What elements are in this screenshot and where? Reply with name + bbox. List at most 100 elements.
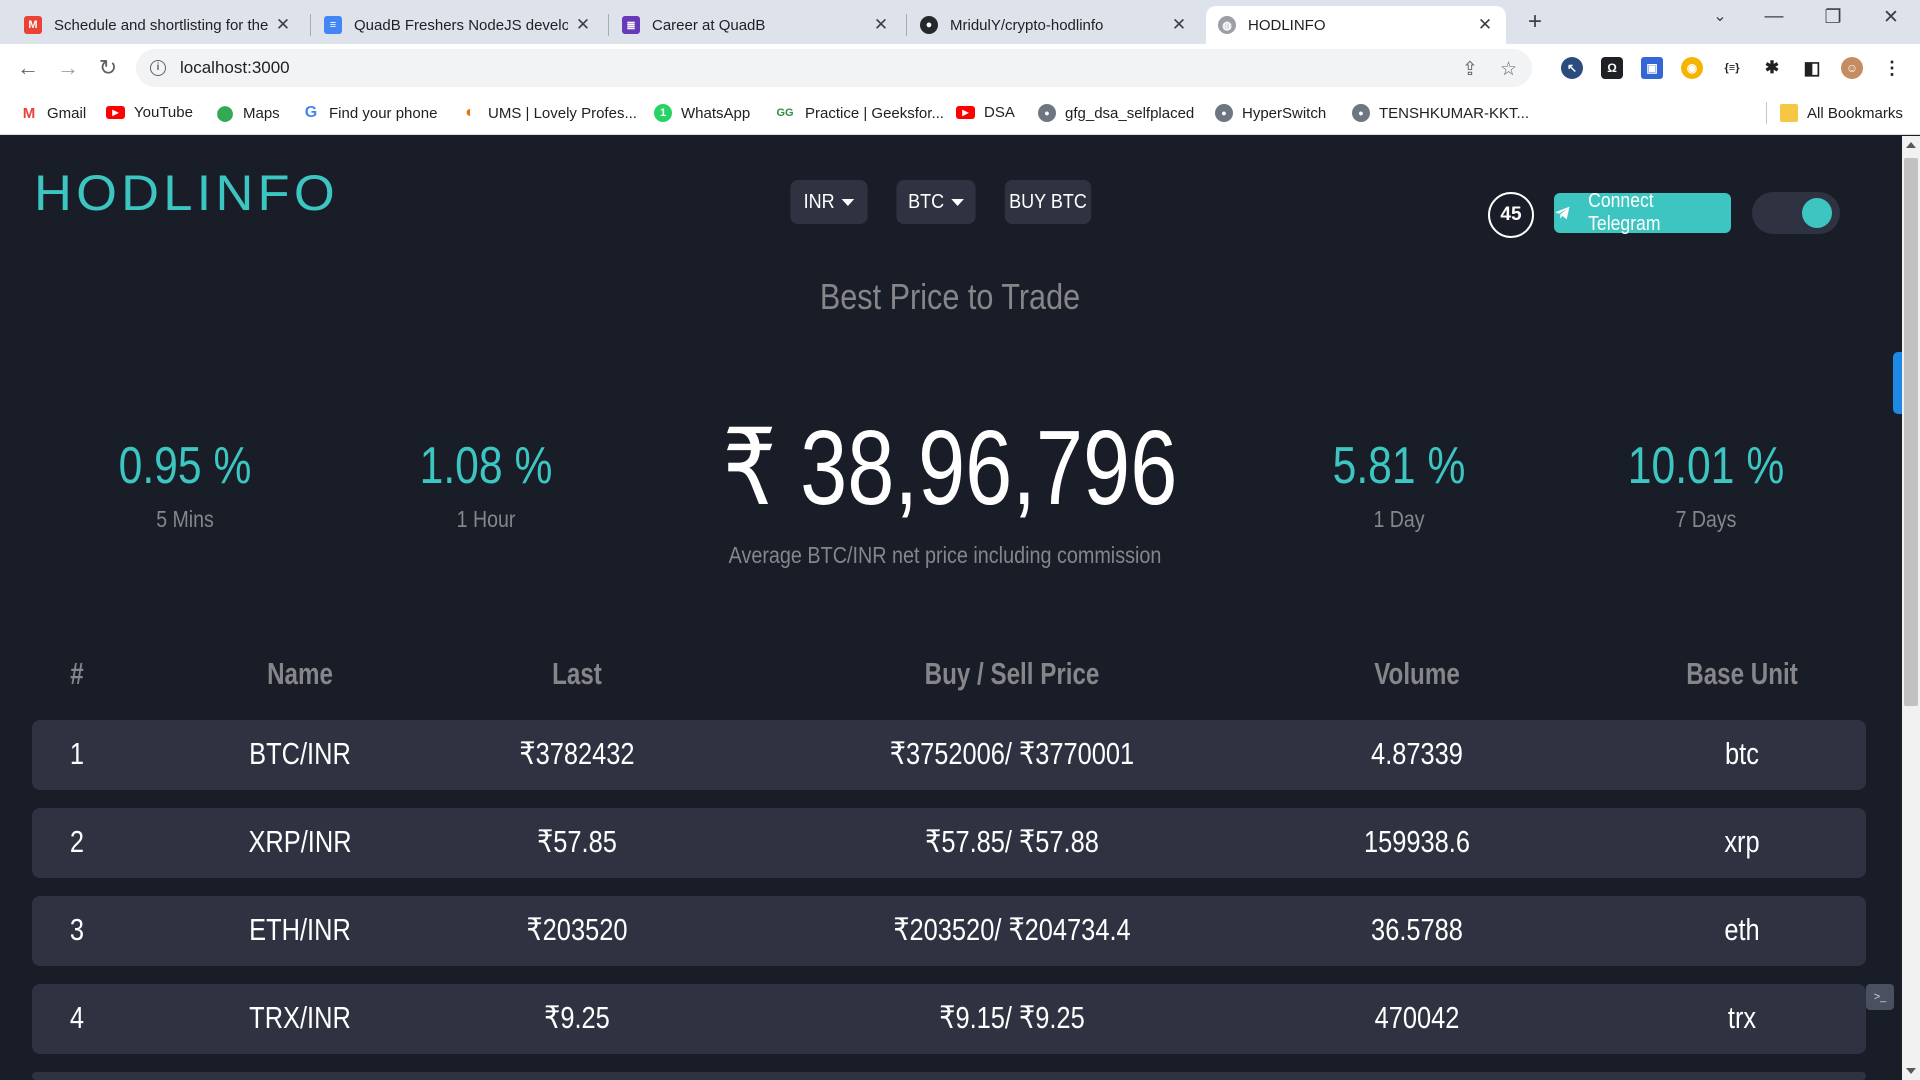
stat-value: 5.81 % bbox=[1332, 437, 1466, 495]
all-bookmarks[interactable]: All Bookmarks bbox=[1780, 104, 1903, 122]
close-icon[interactable]: ✕ bbox=[1170, 15, 1188, 35]
scroll-down-icon[interactable] bbox=[1906, 1068, 1916, 1074]
close-icon[interactable]: ✕ bbox=[274, 15, 292, 35]
extension-omega-icon[interactable]: Ω bbox=[1601, 57, 1623, 79]
extensions-puzzle-icon[interactable]: ✱ bbox=[1761, 57, 1783, 79]
gmail-icon: M bbox=[22, 104, 36, 122]
column-header: # bbox=[70, 656, 84, 691]
geeksforgeeks-icon: GG bbox=[776, 107, 794, 119]
bookmark-youtube[interactable]: ▶ YouTube bbox=[106, 104, 193, 121]
share-icon[interactable]: ⇪ bbox=[1462, 58, 1478, 81]
close-icon[interactable]: ✕ bbox=[1476, 15, 1494, 35]
bookmark-ums[interactable]: ◐ UMS | Lovely Profes... bbox=[461, 104, 637, 122]
bookmark-find-your-phone[interactable]: G Find your phone bbox=[302, 104, 438, 122]
reload-icon[interactable]: ↻ bbox=[94, 55, 122, 81]
browser-tab-github[interactable]: ● MridulY/crypto-hodlinfo ✕ bbox=[908, 6, 1200, 44]
table-row: 3 ETH/INR ₹203520 ₹203520/ ₹204734.4 36.… bbox=[32, 896, 1866, 966]
close-icon[interactable]: ✕ bbox=[574, 15, 592, 35]
page-scrollbar[interactable] bbox=[1902, 136, 1920, 1080]
scrollbar-thumb[interactable] bbox=[1904, 158, 1918, 706]
bookmark-label: UMS | Lovely Profes... bbox=[488, 104, 637, 122]
forms-icon: ≣ bbox=[622, 16, 640, 34]
table-row: 2 XRP/INR ₹57.85 ₹57.85/ ₹57.88 159938.6… bbox=[32, 808, 1866, 878]
bookmark-label: Gmail bbox=[47, 104, 87, 122]
table-row: 4 TRX/INR ₹9.25 ₹9.15/ ₹9.25 470042 trx bbox=[32, 984, 1866, 1054]
new-tab-icon[interactable]: + bbox=[1520, 8, 1550, 36]
youtube-icon: ▶ bbox=[106, 106, 125, 119]
stat-value: 1.08 % bbox=[419, 437, 553, 495]
address-bar[interactable]: i localhost:3000 ⇪ ☆ bbox=[136, 49, 1532, 87]
gmail-icon: M bbox=[24, 16, 42, 34]
browser-tab-strip: M Schedule and shortlisting for the ✕ ≡ … bbox=[0, 0, 1920, 44]
bookmark-tenshkumar[interactable]: ● TENSHKUMAR-KKT... bbox=[1352, 104, 1529, 122]
extension-json-icon[interactable]: {≡} bbox=[1721, 57, 1743, 79]
telegram-label: Connect Telegram bbox=[1588, 190, 1661, 235]
forward-icon[interactable]: → bbox=[54, 55, 82, 81]
cell-rank: 1 bbox=[69, 736, 85, 771]
profile-avatar[interactable]: ☺ bbox=[1841, 57, 1863, 79]
bookmark-gfg-dsa[interactable]: ● gfg_dsa_selfplaced bbox=[1038, 104, 1194, 122]
bookmark-gmail[interactable]: M Gmail bbox=[20, 104, 86, 122]
caret-down-icon bbox=[841, 198, 855, 206]
url-text[interactable]: localhost:3000 bbox=[180, 58, 290, 78]
bookmark-label: DSA bbox=[984, 104, 1015, 121]
theme-toggle[interactable] bbox=[1752, 192, 1840, 234]
browser-tab-gmail[interactable]: M Schedule and shortlisting for the ✕ bbox=[12, 6, 304, 44]
currency-label: INR bbox=[803, 190, 835, 213]
refresh-timer: 45 bbox=[1488, 192, 1534, 238]
coin-label: BTC bbox=[908, 190, 945, 213]
cell-buy-sell: ₹203520/ ₹204734.4 bbox=[893, 912, 1131, 947]
browser-tab-forms[interactable]: ≣ Career at QuadB ✕ bbox=[610, 6, 902, 44]
menu-kebab-icon[interactable]: ⋮ bbox=[1881, 57, 1903, 79]
chat-widget-icon[interactable]: >_ bbox=[1866, 984, 1894, 1010]
extension-screen-icon[interactable]: ▣ bbox=[1641, 57, 1663, 79]
bookmark-star-icon[interactable]: ☆ bbox=[1500, 58, 1517, 81]
cell-rank: 3 bbox=[69, 912, 85, 947]
currency-dropdown[interactable]: INR bbox=[790, 180, 868, 224]
tab-title: HODLINFO bbox=[1248, 16, 1326, 34]
ums-icon: ◐ bbox=[465, 104, 475, 121]
cell-volume: 36.5788 bbox=[1371, 912, 1463, 947]
bookmark-label: Find your phone bbox=[329, 104, 438, 122]
logo[interactable]: HODLINFO bbox=[34, 164, 339, 222]
side-panel-icon[interactable]: ◧ bbox=[1801, 57, 1823, 79]
bookmark-maps[interactable]: ⬤ Maps bbox=[216, 104, 280, 123]
coin-dropdown[interactable]: BTC bbox=[896, 180, 976, 224]
tab-search-icon[interactable]: ⌄ bbox=[1700, 6, 1740, 26]
bookmarks-bar: M Gmail ▶ YouTube ⬤ Maps G Find your phone ◐… bbox=[0, 93, 1920, 135]
table-header: # Name Last Buy / Sell Price Volume Base… bbox=[32, 656, 1866, 704]
minimize-icon[interactable]: — bbox=[1754, 6, 1794, 28]
tab-title: MridulY/crypto-hodlinfo bbox=[950, 16, 1104, 34]
connect-telegram-button[interactable]: Connect Telegram bbox=[1554, 190, 1731, 235]
side-tab-handle[interactable] bbox=[1893, 352, 1902, 414]
bookmark-whatsapp[interactable]: 1 WhatsApp bbox=[654, 104, 750, 122]
buy-button[interactable]: BUY BTC bbox=[1004, 180, 1092, 224]
google-icon: G bbox=[304, 104, 318, 121]
browser-tab-hodlinfo[interactable]: ◍ HODLINFO ✕ bbox=[1206, 6, 1506, 44]
average-price: ₹ 38,96,796 bbox=[722, 409, 1178, 527]
close-window-icon[interactable]: ✕ bbox=[1871, 6, 1911, 29]
browser-tab-docs[interactable]: ≡ QuadB Freshers NodeJS develop ✕ bbox=[312, 6, 604, 44]
bookmark-dsa[interactable]: ▶ DSA bbox=[956, 104, 1015, 121]
cell-base-unit: xrp bbox=[1724, 824, 1760, 859]
bookmark-label: YouTube bbox=[134, 104, 193, 121]
cell-volume: 159938.6 bbox=[1363, 824, 1471, 859]
table-row-partial bbox=[32, 1072, 1866, 1080]
page-subtitle: Best Price to Trade bbox=[819, 276, 1081, 317]
close-icon[interactable]: ✕ bbox=[872, 15, 890, 35]
tab-title: Career at QuadB bbox=[652, 16, 766, 34]
cell-volume: 470042 bbox=[1374, 1000, 1460, 1035]
stat-5-mins: 0.95 % 5 Mins bbox=[35, 436, 335, 533]
column-header: Last bbox=[552, 656, 602, 691]
back-icon[interactable]: ← bbox=[14, 55, 42, 81]
bookmark-geeksforgeeks[interactable]: GG Practice | Geeksfor... bbox=[774, 104, 944, 122]
cell-volume: 4.87339 bbox=[1371, 736, 1463, 771]
column-header: Name bbox=[267, 656, 333, 691]
bookmark-hyperswitch[interactable]: ● HyperSwitch bbox=[1215, 104, 1326, 122]
stat-7-days: 10.01 % 7 Days bbox=[1556, 436, 1856, 533]
site-info-icon[interactable]: i bbox=[150, 60, 166, 76]
extension-circle-icon[interactable]: ◉ bbox=[1681, 57, 1703, 79]
extension-cursor-icon[interactable]: ↖ bbox=[1561, 57, 1583, 79]
restore-icon[interactable]: ❐ bbox=[1813, 6, 1853, 29]
scroll-up-icon[interactable] bbox=[1906, 142, 1916, 148]
